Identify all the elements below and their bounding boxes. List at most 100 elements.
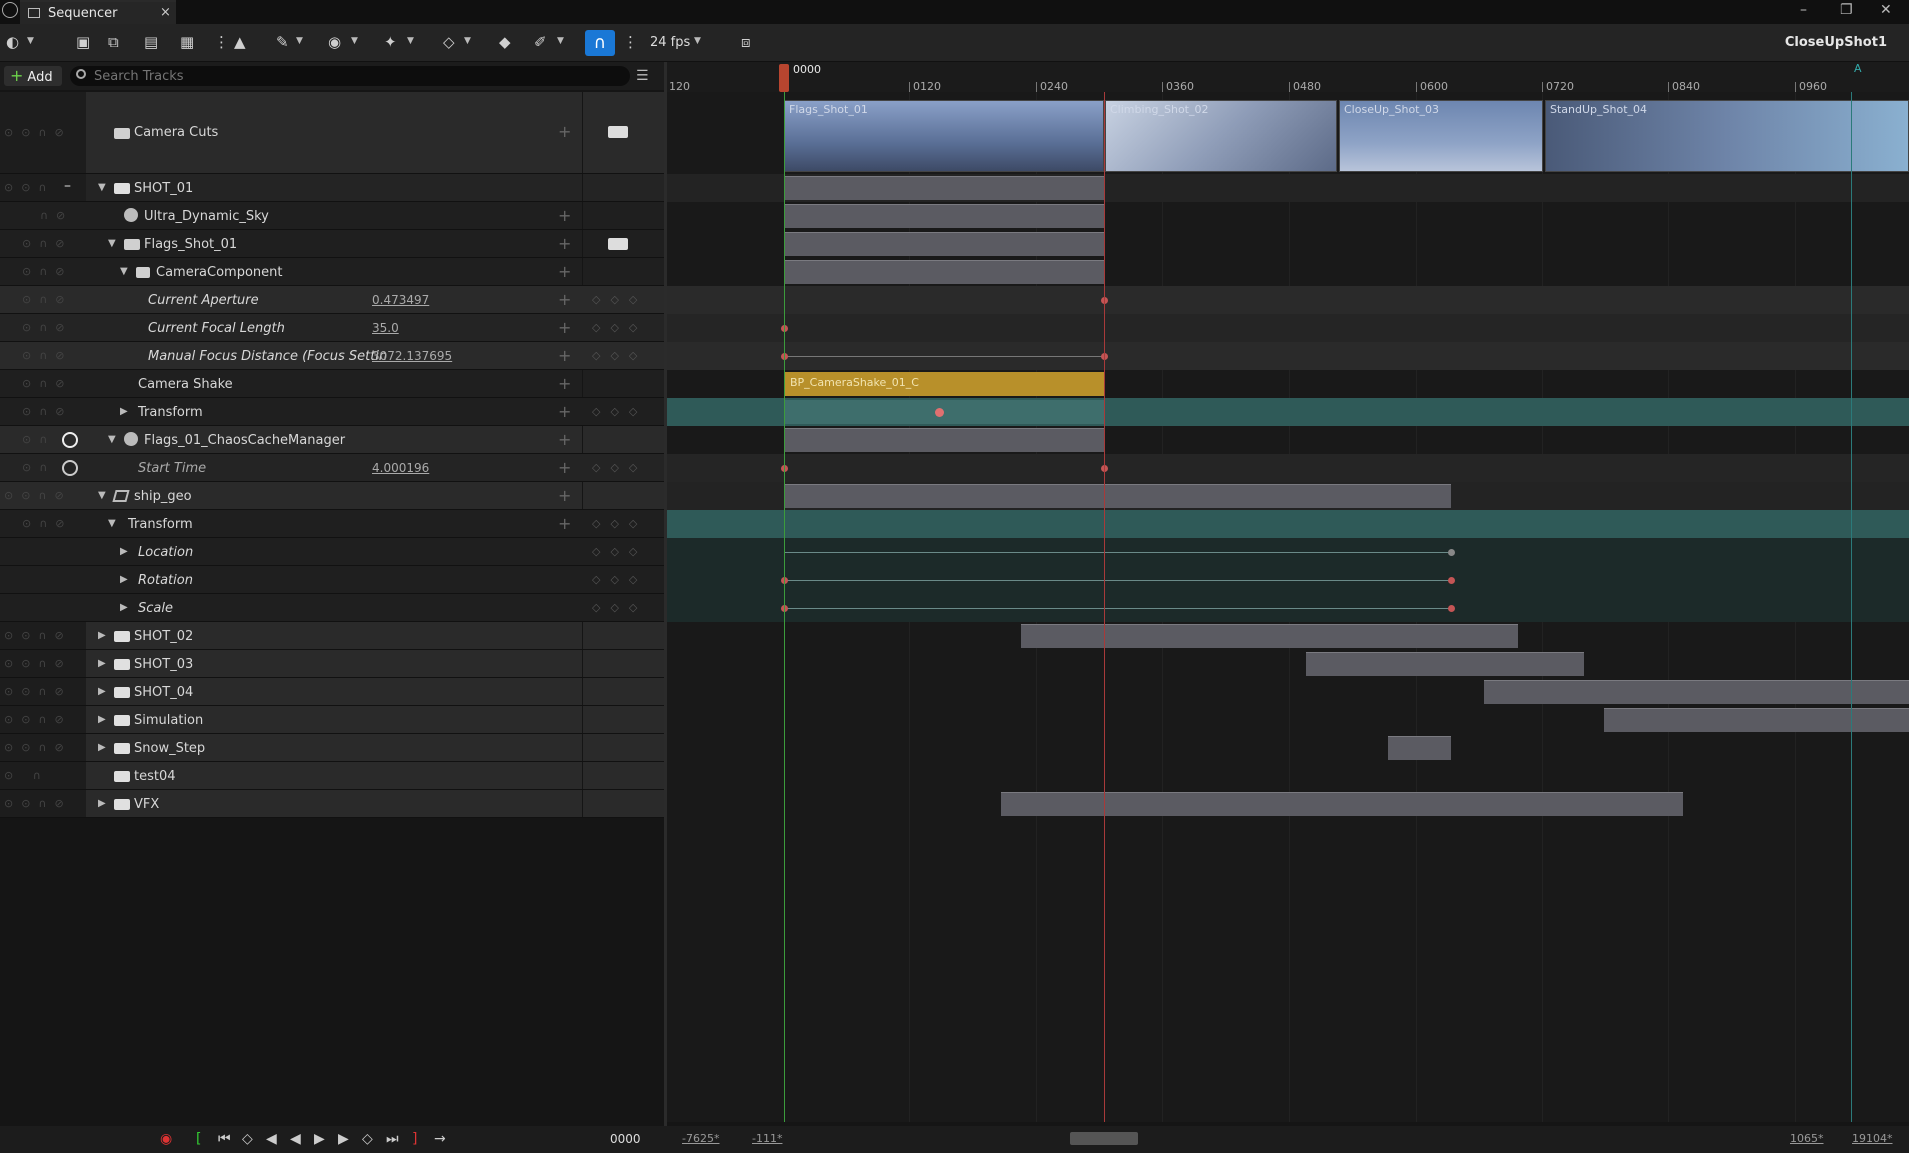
camera-cut-clip[interactable]: Climbing_Shot_02 xyxy=(1105,100,1337,172)
track-lock-icons[interactable]: ∩⊘ xyxy=(40,209,73,222)
expand-arrow-icon[interactable]: ▼ xyxy=(98,490,106,501)
disabled-toggle-icon[interactable] xyxy=(62,432,78,448)
shot-01-section[interactable] xyxy=(784,176,1104,200)
snap-options-icon[interactable]: ⋮ xyxy=(623,33,638,51)
chaos-cache-section[interactable] xyxy=(784,428,1104,452)
next-key-icon[interactable]: ◇ xyxy=(362,1131,373,1147)
next-frame-icon[interactable]: ▶ xyxy=(338,1131,349,1147)
chevron-down-icon[interactable]: ▼ xyxy=(407,36,414,46)
set-end-icon[interactable]: ] xyxy=(412,1131,417,1147)
close-window-icon[interactable]: ✕ xyxy=(1880,2,1892,18)
chevron-down-icon[interactable]: ▼ xyxy=(694,36,701,46)
track-row-shot-01[interactable]: ⊙⊙∩ – ▼ SHOT_01 xyxy=(0,174,664,202)
key-navigation-icons[interactable]: ◇◇◇ xyxy=(592,461,647,474)
camera-cut-clip[interactable]: CloseUp_Shot_03 xyxy=(1339,100,1543,172)
key-navigation-icons[interactable]: ◇◇◇ xyxy=(592,545,647,558)
track-lock-icons[interactable]: ⊙∩⊘ xyxy=(22,517,73,530)
camera-cut-clip[interactable]: StandUp_Shot_04 xyxy=(1545,100,1909,172)
view-start-field[interactable]: -7625* xyxy=(682,1132,719,1145)
add-key-icon[interactable]: + xyxy=(558,290,571,309)
add-track-icon[interactable]: + xyxy=(558,486,571,505)
playback-end-line[interactable] xyxy=(1104,92,1105,1122)
track-lock-icons[interactable]: ⊙∩⊘ xyxy=(22,237,73,250)
add-key-icon[interactable]: + xyxy=(558,458,571,477)
more-options-icon[interactable]: ⋮ xyxy=(214,33,229,51)
track-lock-icons[interactable]: ⊙⊙∩⊘ xyxy=(4,741,72,754)
key-navigation-icons[interactable]: ◇◇◇ xyxy=(592,321,647,334)
current-frame-field[interactable]: 0000 xyxy=(610,1132,641,1146)
track-row-location[interactable]: ▶ Location ◇◇◇ xyxy=(0,538,664,566)
track-row-camera-cuts[interactable]: ⊙⊙∩⊘ Camera Cuts + xyxy=(0,92,664,174)
track-row-scale[interactable]: ▶ Scale ◇◇◇ xyxy=(0,594,664,622)
filter-icon[interactable]: ☰ xyxy=(636,68,649,84)
track-lock-icons[interactable]: ⊙⊙∩⊘ xyxy=(4,489,72,502)
track-row-transform[interactable]: ⊙∩⊘ ▶ Transform + ◇◇◇ xyxy=(0,398,664,426)
key-navigation-icons[interactable]: ◇◇◇ xyxy=(592,349,647,362)
track-lock-icons[interactable]: ⊙∩⊘ xyxy=(22,377,73,390)
find-asset-icon[interactable]: ⧉ xyxy=(108,33,119,51)
set-start-icon[interactable]: [ xyxy=(196,1131,201,1147)
track-lock-icons[interactable]: ⊙∩⊘ xyxy=(22,321,73,334)
add-key-icon[interactable]: + xyxy=(558,318,571,337)
tab-sequencer[interactable]: Sequencer × xyxy=(20,0,176,24)
camera-cut-clip[interactable]: Flags_Shot_01 xyxy=(784,100,1104,172)
clapboard-icon[interactable]: ▦ xyxy=(180,33,194,51)
keyframe[interactable] xyxy=(1448,577,1455,584)
marker-line[interactable] xyxy=(1851,92,1852,1122)
track-lock-icons[interactable]: ⊙ ∩ xyxy=(4,769,49,782)
add-track-icon[interactable]: + xyxy=(558,262,571,281)
expand-arrow-icon[interactable]: ▶ xyxy=(98,658,106,669)
tools-icon[interactable]: ✎ xyxy=(276,33,289,51)
track-row-vfx[interactable]: ⊙⊙∩⊘ ▶ VFX xyxy=(0,790,664,818)
chevron-down-icon[interactable]: ▼ xyxy=(296,36,303,46)
flags-shot-section[interactable] xyxy=(784,232,1104,256)
transform-section[interactable] xyxy=(784,400,1104,424)
snow-step-section[interactable] xyxy=(1388,736,1451,760)
shot-02-section[interactable] xyxy=(1021,624,1518,648)
track-row-snow-step[interactable]: ⊙⊙∩⊘ ▶ Snow_Step xyxy=(0,734,664,762)
key-navigation-icons[interactable]: ◇◇◇ xyxy=(592,517,647,530)
view-end-field[interactable]: 19104* xyxy=(1852,1132,1893,1145)
save-icon[interactable]: ▣ xyxy=(76,33,90,51)
track-row-camera-component[interactable]: ⊙∩⊘ ▼ CameraComponent + xyxy=(0,258,664,286)
track-row-rotation[interactable]: ▶ Rotation ◇◇◇ xyxy=(0,566,664,594)
track-row-flags-shot-01[interactable]: ⊙∩⊘ ▼ Flags_Shot_01 + xyxy=(0,230,664,258)
expand-arrow-icon[interactable]: ▼ xyxy=(108,434,116,445)
track-lock-icons[interactable]: ⊙∩⊘ xyxy=(22,349,73,362)
key-navigation-icons[interactable]: ◇◇◇ xyxy=(592,293,647,306)
playhead-handle[interactable] xyxy=(779,64,789,92)
track-row-ship-geo[interactable]: ⊙⊙∩⊘ ▼ ship_geo + xyxy=(0,482,664,510)
track-row-shot-04[interactable]: ⊙⊙∩⊘ ▶ SHOT_04 xyxy=(0,678,664,706)
camera-shake-section[interactable]: BP_CameraShake_01_C xyxy=(784,372,1104,396)
track-row-shot-03[interactable]: ⊙⊙∩⊘ ▶ SHOT_03 xyxy=(0,650,664,678)
track-lock-icons[interactable]: ⊙⊙∩⊘ xyxy=(4,713,72,726)
shot-03-section[interactable] xyxy=(1306,652,1584,676)
world-icon[interactable]: ◐ xyxy=(6,33,19,51)
track-row-test04[interactable]: ⊙ ∩ test04 xyxy=(0,762,664,790)
expand-arrow-icon[interactable]: ▶ xyxy=(120,546,128,557)
expand-arrow-icon[interactable]: ▼ xyxy=(108,238,116,249)
track-row-start-time[interactable]: ⊙∩ Start Time 4.000196 + ◇◇◇ xyxy=(0,454,664,482)
simulation-section[interactable] xyxy=(1604,708,1909,732)
track-lock-icons[interactable]: ⊙⊙∩ xyxy=(4,181,55,194)
loop-arrow-icon[interactable]: → xyxy=(434,1131,446,1147)
track-lock-icons[interactable]: ⊙∩⊘ xyxy=(22,293,73,306)
expand-arrow-icon[interactable]: ▶ xyxy=(98,742,106,753)
ship-geo-section[interactable] xyxy=(784,484,1451,508)
restore-icon[interactable]: ❐ xyxy=(1840,2,1853,18)
camera-lock-icon[interactable] xyxy=(608,238,628,250)
add-section-icon[interactable]: + xyxy=(558,122,571,141)
keyframe[interactable] xyxy=(935,408,944,417)
camera-lock-icon[interactable] xyxy=(608,126,628,138)
track-lock-icons[interactable]: ⊙∩⊘ xyxy=(22,405,73,418)
render-movie-icon[interactable]: ▤ xyxy=(144,33,158,51)
playback-options-icon[interactable]: ✦ xyxy=(384,33,397,51)
fps-selector[interactable]: 24 fps xyxy=(650,35,690,50)
track-lock-icons[interactable]: ⊙⊙∩⊘ xyxy=(4,629,72,642)
track-lock-icons[interactable]: ⊙⊙∩⊘ xyxy=(4,126,72,139)
property-value[interactable]: 0.473497 xyxy=(372,293,429,307)
track-lock-icons[interactable]: ⊙∩ xyxy=(22,461,55,474)
play-reverse-icon[interactable]: ◀ xyxy=(290,1131,301,1147)
view-eye-icon[interactable]: ◉ xyxy=(328,33,341,51)
minimize-icon[interactable]: – xyxy=(1800,2,1807,18)
